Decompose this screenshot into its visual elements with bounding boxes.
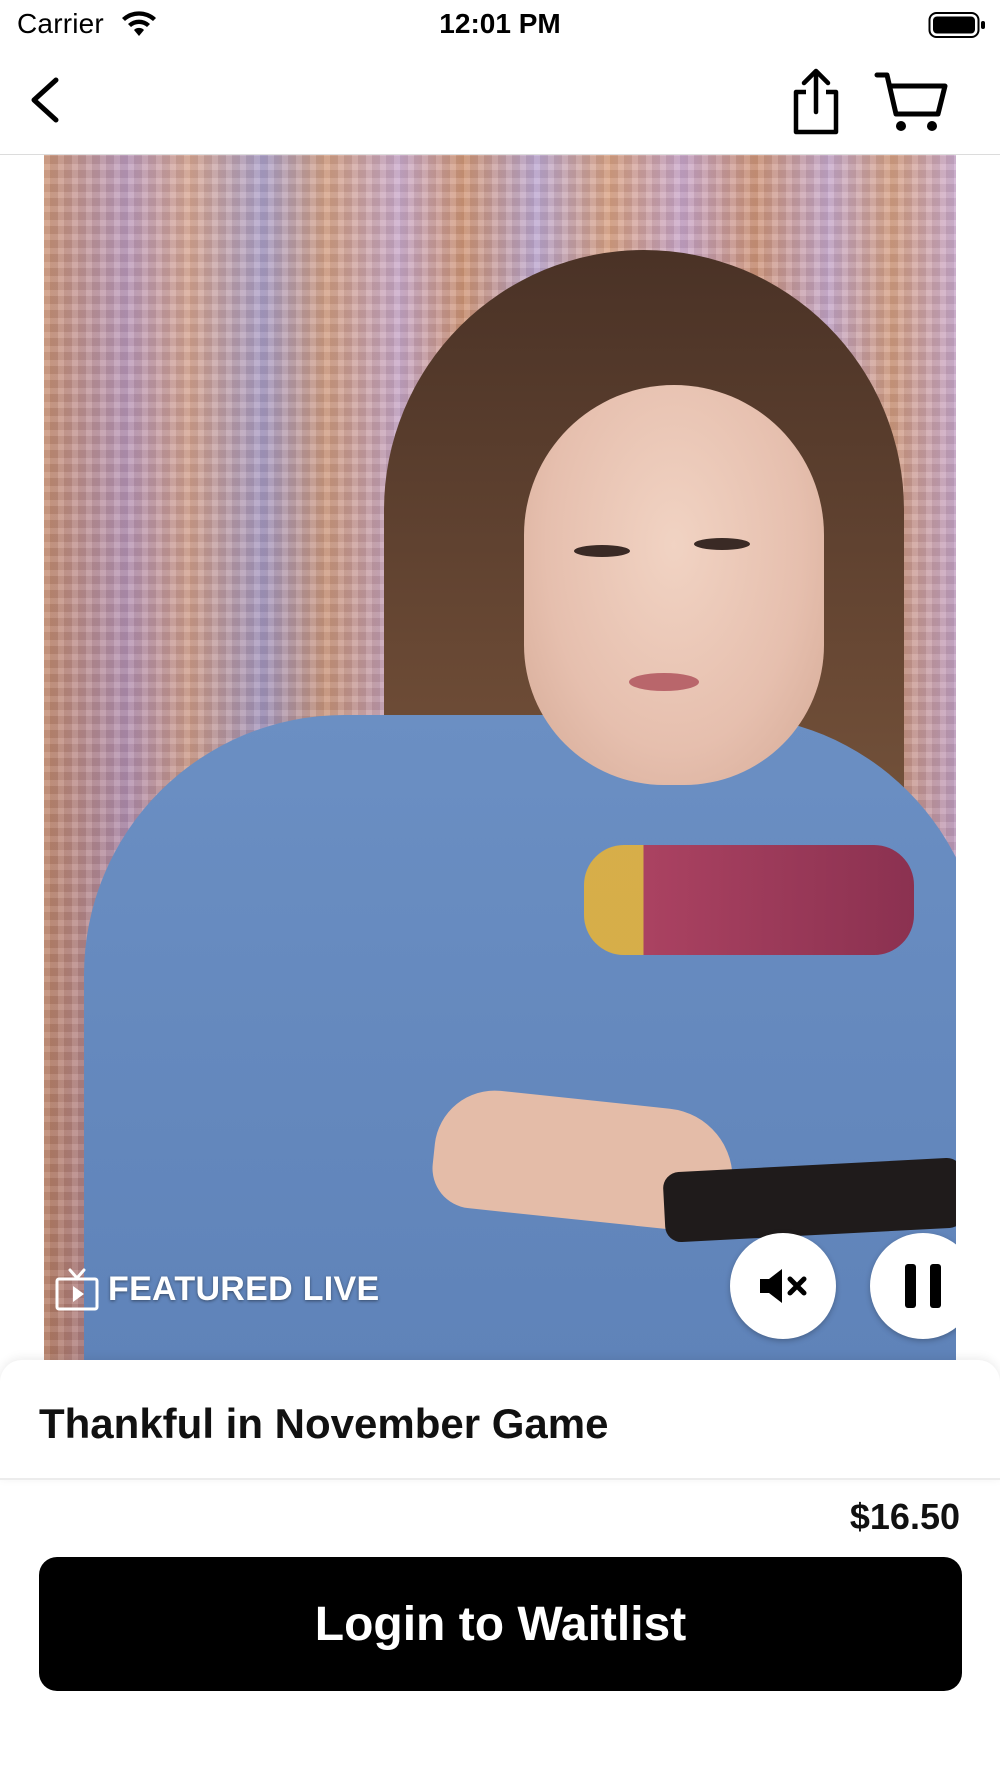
tv-play-icon bbox=[55, 1268, 99, 1311]
login-to-waitlist-button[interactable]: Login to Waitlist bbox=[39, 1557, 962, 1691]
cart-button[interactable] bbox=[874, 70, 950, 134]
chevron-left-icon bbox=[31, 77, 59, 123]
mute-icon bbox=[760, 1269, 807, 1303]
product-sheet: Thankful in November Game bbox=[0, 1360, 1000, 1480]
video-subject-mouth bbox=[629, 673, 699, 691]
live-video-player[interactable]: FEATURED LIVE bbox=[44, 155, 956, 1360]
mute-button[interactable] bbox=[730, 1233, 836, 1339]
share-icon bbox=[793, 68, 839, 135]
product-live-screen: Carrier 12:01 PM FEATURED LIVE Thankful … bbox=[0, 0, 1000, 1778]
pause-icon bbox=[905, 1264, 941, 1308]
product-price: $16.50 bbox=[849, 1496, 960, 1537]
video-subject-sweater-graphic bbox=[584, 845, 914, 955]
video-subject-eye bbox=[694, 538, 750, 550]
cart-icon bbox=[874, 72, 948, 131]
battery-icon bbox=[928, 12, 985, 38]
navigation-bar bbox=[0, 50, 1000, 155]
featured-live-badge: FEATURED LIVE bbox=[54, 1265, 380, 1313]
share-button[interactable] bbox=[784, 66, 848, 138]
video-subject-face bbox=[524, 385, 824, 785]
back-button[interactable] bbox=[22, 72, 72, 128]
divider bbox=[0, 1478, 1000, 1480]
status-time: 12:01 PM bbox=[439, 8, 561, 39]
featured-live-label: FEATURED LIVE bbox=[108, 1269, 380, 1308]
status-bar: Carrier 12:01 PM bbox=[0, 0, 1000, 50]
product-title: Thankful in November Game bbox=[39, 1400, 609, 1447]
video-subject-eye bbox=[574, 545, 630, 557]
